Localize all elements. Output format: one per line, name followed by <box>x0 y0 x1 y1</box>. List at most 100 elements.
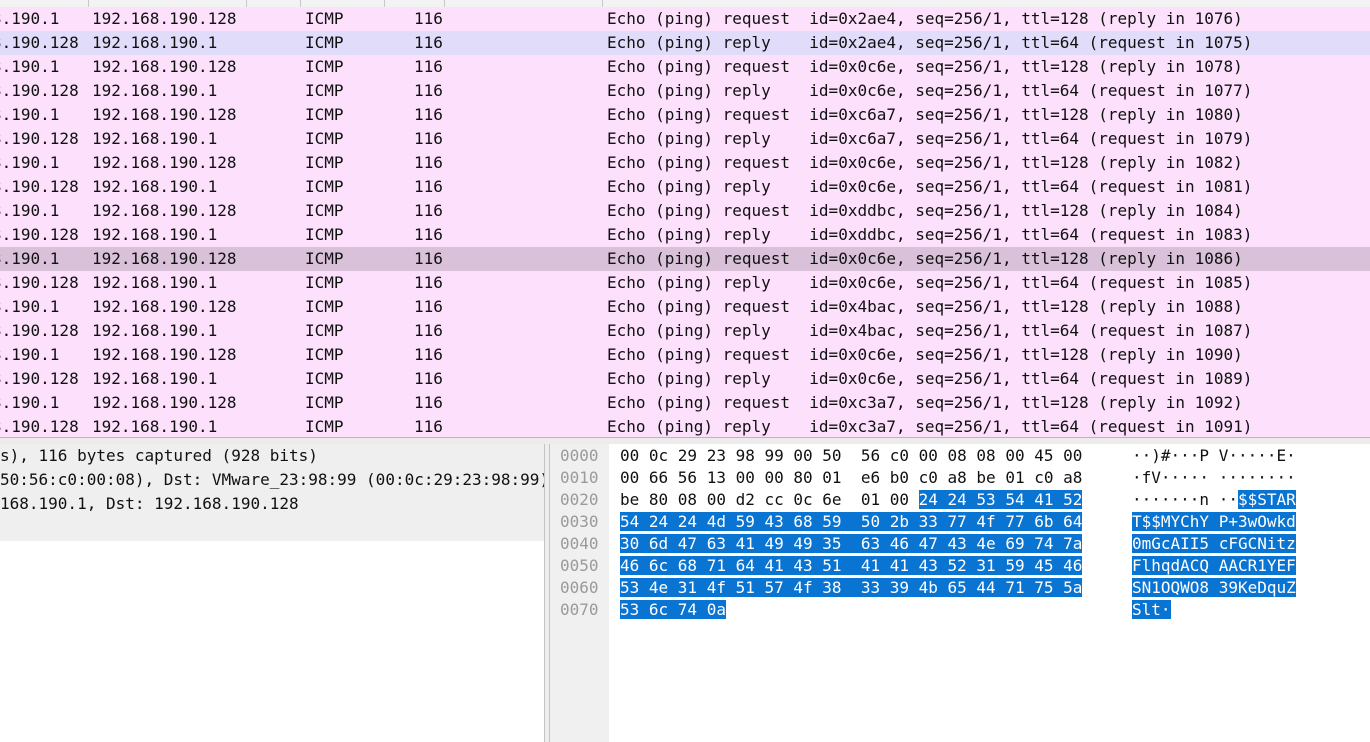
packet-row[interactable]: 3.190.128 192.168.190.1 ICMP 116 Echo (ping)… <box>0 319 1370 343</box>
source-cell: 3.190.1 <box>0 297 60 316</box>
hex-bytes: be 80 08 00 d2 cc 0c 6e 01 00 24 24 53 5… <box>620 489 1083 511</box>
bytes-line[interactable]: 0000 00 0c 29 23 98 99 00 50 56 c0 00 08 … <box>550 445 1370 467</box>
packet-row[interactable]: 3.190.128 192.168.190.1 ICMP 116 Echo (ping)… <box>0 127 1370 151</box>
protocol-cell: ICMP <box>305 81 344 100</box>
ascii-bytes: FlhqdACQ AACR1YEF <box>1132 555 1296 577</box>
info-cell: Echo (ping) request id=0xc6a7, seq=256/1… <box>607 105 1243 124</box>
destination-cell: 192.168.190.128 <box>92 105 237 124</box>
packet-row[interactable]: 3.190.128 192.168.190.1 ICMP 116 Echo (ping)… <box>0 271 1370 295</box>
detail-text: 168.190.1, Dst: 192.168.190.128 <box>0 494 299 513</box>
source-cell: 3.190.128 <box>0 321 79 340</box>
ascii-segment: ·······n ·· <box>1132 490 1238 509</box>
packet-details-pane[interactable]: s), 116 bytes captured (928 bits) 50:56:… <box>0 444 544 742</box>
packet-row[interactable]: 3.190.128 192.168.190.1 ICMP 116 Echo (ping)… <box>0 31 1370 55</box>
info-cell: Echo (ping) reply id=0xc6a7, seq=256/1, … <box>607 129 1253 148</box>
packet-row[interactable]: 3.190.128 192.168.190.1 ICMP 116 Echo (ping)… <box>0 175 1370 199</box>
hex-bytes: 00 66 56 13 00 00 80 01 e6 b0 c0 a8 be 0… <box>620 467 1082 489</box>
horizontal-splitter[interactable] <box>0 437 1370 444</box>
detail-text: s), 116 bytes captured (928 bits) <box>0 446 318 465</box>
length-cell: 116 <box>414 129 443 148</box>
packet-row[interactable]: 3.190.128 192.168.190.1 ICMP 116 Echo (ping)… <box>0 367 1370 391</box>
ascii-bytes: ··)#···P V·····E· <box>1132 445 1296 467</box>
destination-cell: 192.168.190.128 <box>92 57 237 76</box>
destination-cell: 192.168.190.128 <box>92 9 237 28</box>
bytes-line[interactable]: 0030 54 24 24 4d 59 43 68 59 50 2b 33 77 … <box>550 511 1370 533</box>
info-cell: Echo (ping) reply id=0x0c6e, seq=256/1, … <box>607 369 1253 388</box>
destination-cell: 192.168.190.1 <box>92 321 218 340</box>
length-cell: 116 <box>414 345 443 364</box>
packet-rows: 3.190.1 192.168.190.128 ICMP 116 Echo (ping)… <box>0 7 1370 437</box>
source-cell: 3.190.1 <box>0 105 60 124</box>
protocol-cell: ICMP <box>305 225 344 244</box>
packet-row[interactable]: 3.190.1 192.168.190.128 ICMP 116 Echo (ping)… <box>0 199 1370 223</box>
destination-cell: 192.168.190.128 <box>92 297 237 316</box>
source-cell: 3.190.1 <box>0 153 60 172</box>
protocol-cell: ICMP <box>305 129 344 148</box>
ascii-bytes: T$$MYChY P+3wOwkd <box>1132 511 1296 533</box>
bytes-line[interactable]: 0070 53 6c 74 0a Slt· <box>550 599 1370 621</box>
destination-cell: 192.168.190.128 <box>92 201 237 220</box>
packet-row[interactable]: 3.190.128 192.168.190.1 ICMP 116 Echo (ping)… <box>0 223 1370 247</box>
ascii-selection: FlhqdACQ AACR1YEF <box>1132 556 1296 575</box>
packet-row[interactable]: 3.190.1 192.168.190.128 ICMP 116 Echo (ping)… <box>0 7 1370 31</box>
length-cell: 116 <box>414 33 443 52</box>
info-cell: Echo (ping) reply id=0xddbc, seq=256/1, … <box>607 225 1253 244</box>
protocol-cell: ICMP <box>305 273 344 292</box>
packet-row[interactable]: 3.190.1 192.168.190.128 ICMP 116 Echo (ping)… <box>0 247 1370 271</box>
protocol-cell: ICMP <box>305 105 344 124</box>
bytes-line[interactable]: 0010 00 66 56 13 00 00 80 01 e6 b0 c0 a8 … <box>550 467 1370 489</box>
protocol-cell: ICMP <box>305 153 344 172</box>
bytes-line[interactable]: 0050 46 6c 68 71 64 41 43 51 41 41 43 52 … <box>550 555 1370 577</box>
protocol-cell: ICMP <box>305 201 344 220</box>
bytes-line[interactable]: 0020 be 80 08 00 d2 cc 0c 6e 01 00 24 24 … <box>550 489 1370 511</box>
destination-cell: 192.168.190.128 <box>92 393 237 412</box>
source-cell: 3.190.1 <box>0 393 60 412</box>
packet-row[interactable]: 3.190.1 192.168.190.128 ICMP 116 Echo (ping)… <box>0 391 1370 415</box>
info-cell: Echo (ping) request id=0xc3a7, seq=256/1… <box>607 393 1243 412</box>
protocol-cell: ICMP <box>305 393 344 412</box>
frame-summary-line[interactable]: s), 116 bytes captured (928 bits) <box>0 444 544 468</box>
source-cell: 3.190.1 <box>0 249 60 268</box>
ethernet-summary-line[interactable]: 50:56:c0:00:08), Dst: VMware_23:98:99 (0… <box>0 468 544 492</box>
info-cell: Echo (ping) request id=0x0c6e, seq=256/1… <box>607 345 1243 364</box>
protocol-cell: ICMP <box>305 177 344 196</box>
hex-selection: 54 24 24 4d 59 43 68 59 50 2b 33 77 4f 7… <box>620 512 1083 531</box>
packet-row[interactable]: 3.190.1 192.168.190.128 ICMP 116 Echo (ping)… <box>0 103 1370 127</box>
bytes-line[interactable]: 0060 53 4e 31 4f 51 57 4f 38 33 39 4b 65 … <box>550 577 1370 599</box>
packet-list[interactable]: 3.190.1 192.168.190.128 ICMP 116 Echo (ping)… <box>0 0 1370 437</box>
protocol-cell: ICMP <box>305 249 344 268</box>
packet-row[interactable]: 3.190.1 192.168.190.128 ICMP 116 Echo (ping)… <box>0 343 1370 367</box>
info-cell: Echo (ping) request id=0x0c6e, seq=256/1… <box>607 153 1243 172</box>
destination-cell: 192.168.190.1 <box>92 129 218 148</box>
source-cell: 3.190.128 <box>0 273 79 292</box>
ascii-bytes: ·fV····· ········ <box>1132 467 1296 489</box>
byte-offset: 0040 <box>560 534 599 553</box>
packet-bytes-pane[interactable]: 0000 00 0c 29 23 98 99 00 50 56 c0 00 08 … <box>550 444 1370 742</box>
length-cell: 116 <box>414 273 443 292</box>
length-cell: 116 <box>414 81 443 100</box>
ascii-segment: ·fV····· ········ <box>1132 468 1296 487</box>
packet-row[interactable]: 3.190.1 192.168.190.128 ICMP 116 Echo (ping)… <box>0 295 1370 319</box>
info-cell: Echo (ping) reply id=0x2ae4, seq=256/1, … <box>607 33 1253 52</box>
protocol-cell: ICMP <box>305 57 344 76</box>
packet-row[interactable]: 3.190.128 192.168.190.1 ICMP 116 Echo (ping)… <box>0 79 1370 103</box>
detail-text: 50:56:c0:00:08), Dst: VMware_23:98:99 (0… <box>0 470 544 489</box>
source-cell: 3.190.1 <box>0 57 60 76</box>
ascii-segment: ··)#···P V·····E· <box>1132 446 1296 465</box>
ip-summary-line[interactable]: 168.190.1, Dst: 192.168.190.128 <box>0 492 544 516</box>
length-cell: 116 <box>414 57 443 76</box>
destination-cell: 192.168.190.1 <box>92 369 218 388</box>
packet-row[interactable]: 3.190.1 192.168.190.128 ICMP 116 Echo (ping)… <box>0 55 1370 79</box>
destination-cell: 192.168.190.1 <box>92 273 218 292</box>
hex-bytes: 54 24 24 4d 59 43 68 59 50 2b 33 77 4f 7… <box>620 511 1083 533</box>
packet-row[interactable]: 3.190.128 192.168.190.1 ICMP 116 Echo (ping)… <box>0 415 1370 437</box>
source-cell: 3.190.128 <box>0 81 79 100</box>
packet-row[interactable]: 3.190.1 192.168.190.128 ICMP 116 Echo (ping)… <box>0 151 1370 175</box>
ascii-selection: 0mGcAII5 cFGCNitz <box>1132 534 1296 553</box>
info-cell: Echo (ping) request id=0xddbc, seq=256/1… <box>607 201 1243 220</box>
bytes-line[interactable]: 0040 30 6d 47 63 41 49 49 35 63 46 47 43 … <box>550 533 1370 555</box>
hex-bytes: 00 0c 29 23 98 99 00 50 56 c0 00 08 08 0… <box>620 445 1082 467</box>
length-cell: 116 <box>414 153 443 172</box>
destination-cell: 192.168.190.128 <box>92 153 237 172</box>
byte-offset: 0010 <box>560 468 599 487</box>
